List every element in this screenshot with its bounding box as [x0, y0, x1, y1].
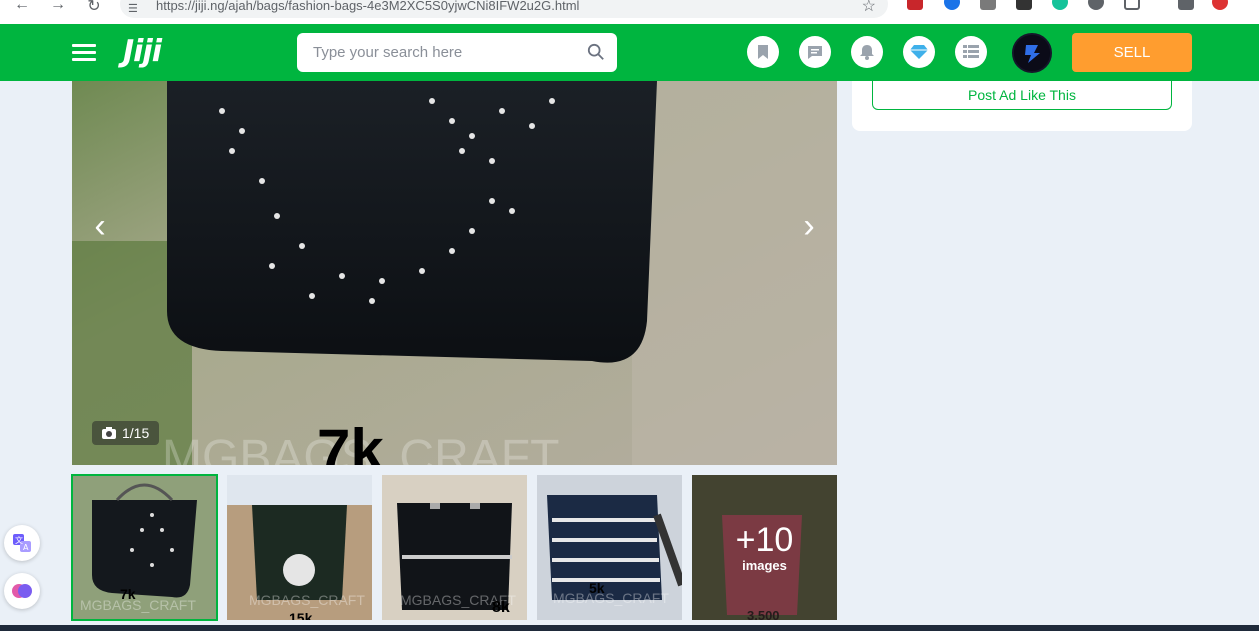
- grammarly-icon[interactable]: [1052, 0, 1068, 10]
- image-counter: 1/15: [92, 421, 160, 445]
- site-settings-icon[interactable]: ☰: [128, 2, 138, 15]
- thumbnail[interactable]: MGBAGS_CRAFT 7k: [71, 474, 218, 621]
- more-images-label: images: [742, 558, 787, 573]
- price-overlay: 7k: [317, 417, 384, 465]
- search-icon[interactable]: [587, 43, 605, 61]
- extension-icon[interactable]: [944, 0, 960, 10]
- svg-text:15k: 15k: [289, 610, 313, 620]
- thumbnail[interactable]: MGBAGS_CRAFT 15k: [227, 475, 372, 620]
- user-avatar[interactable]: [1012, 33, 1052, 73]
- bookmark-icon[interactable]: [747, 36, 779, 68]
- thumbnail-strip: MGBAGS_CRAFT 7k MGBAGS_CRAFT 15k MGBAGS_…: [71, 474, 842, 621]
- product-image-gallery[interactable]: MGBAGS_CRAFT 7k ‹ › 1/15: [72, 81, 837, 465]
- menu-icon[interactable]: [72, 44, 96, 62]
- back-icon[interactable]: ←: [12, 0, 32, 14]
- extension-icon[interactable]: [1016, 0, 1032, 10]
- search-input[interactable]: [313, 44, 573, 61]
- svg-text:5k: 5k: [589, 580, 605, 596]
- forward-icon[interactable]: →: [48, 0, 68, 14]
- svg-text:MGBAGS_CRAFT: MGBAGS_CRAFT: [80, 597, 196, 613]
- svg-text:7k: 7k: [120, 586, 136, 602]
- camera-icon: [102, 427, 116, 439]
- reload-icon[interactable]: ↻: [84, 0, 104, 16]
- side-panel-icon[interactable]: [1178, 0, 1194, 10]
- address-bar[interactable]: ☰ https://jiji.ng/ajah/bags/fashion-bags…: [120, 0, 888, 18]
- svg-text:8k: 8k: [492, 599, 510, 616]
- extension-icon[interactable]: [1088, 0, 1104, 10]
- jiji-logo[interactable]: Jiji: [123, 34, 162, 69]
- product-photo: MGBAGS_CRAFT 7k: [72, 81, 837, 465]
- profile-avatar[interactable]: [1212, 0, 1228, 10]
- more-images-overlay[interactable]: +10 images: [692, 475, 837, 620]
- chat-icon[interactable]: [799, 36, 831, 68]
- svg-text:MGBAGS_CRAFT: MGBAGS_CRAFT: [249, 592, 365, 608]
- brain-icon[interactable]: [4, 573, 40, 609]
- svg-text:文: 文: [15, 535, 23, 545]
- ad-actions-panel: Post Ad Like This: [852, 81, 1192, 131]
- more-images-count: +10: [735, 521, 794, 559]
- extension-icon[interactable]: [907, 0, 923, 10]
- url-text[interactable]: https://jiji.ng/ajah/bags/fashion-bags-4…: [156, 0, 579, 13]
- extensions-puzzle-icon[interactable]: [1124, 0, 1140, 10]
- list-icon[interactable]: [955, 36, 987, 68]
- diamond-icon[interactable]: [903, 36, 935, 68]
- translate-icon[interactable]: 文A: [4, 525, 40, 561]
- image-counter-text: 1/15: [122, 425, 150, 441]
- svg-text:A: A: [23, 543, 29, 552]
- thumbnail[interactable]: MGBAGS_CRAFT 5k: [537, 475, 682, 620]
- thumbnail-more-images[interactable]: 3,500 +10 images: [692, 475, 837, 620]
- extension-icon[interactable]: [980, 0, 996, 10]
- site-header: Jiji SELL: [0, 24, 1259, 81]
- os-taskbar: [0, 625, 1259, 631]
- sell-button[interactable]: SELL: [1072, 33, 1192, 72]
- search-box[interactable]: [297, 33, 617, 72]
- post-ad-like-this-button[interactable]: Post Ad Like This: [872, 81, 1172, 110]
- browser-toolbar: ← → ↻ ☰ https://jiji.ng/ajah/bags/fashio…: [0, 0, 1259, 24]
- next-image-arrow-icon[interactable]: ›: [795, 196, 823, 256]
- thumbnail[interactable]: MGBAGS_CRAFT 8k: [382, 475, 527, 620]
- bookmark-star-icon[interactable]: ☆: [862, 0, 876, 16]
- prev-image-arrow-icon[interactable]: ‹: [86, 196, 114, 256]
- bell-icon[interactable]: [851, 36, 883, 68]
- svg-text:MGBAGS_CRAFT: MGBAGS_CRAFT: [553, 590, 669, 606]
